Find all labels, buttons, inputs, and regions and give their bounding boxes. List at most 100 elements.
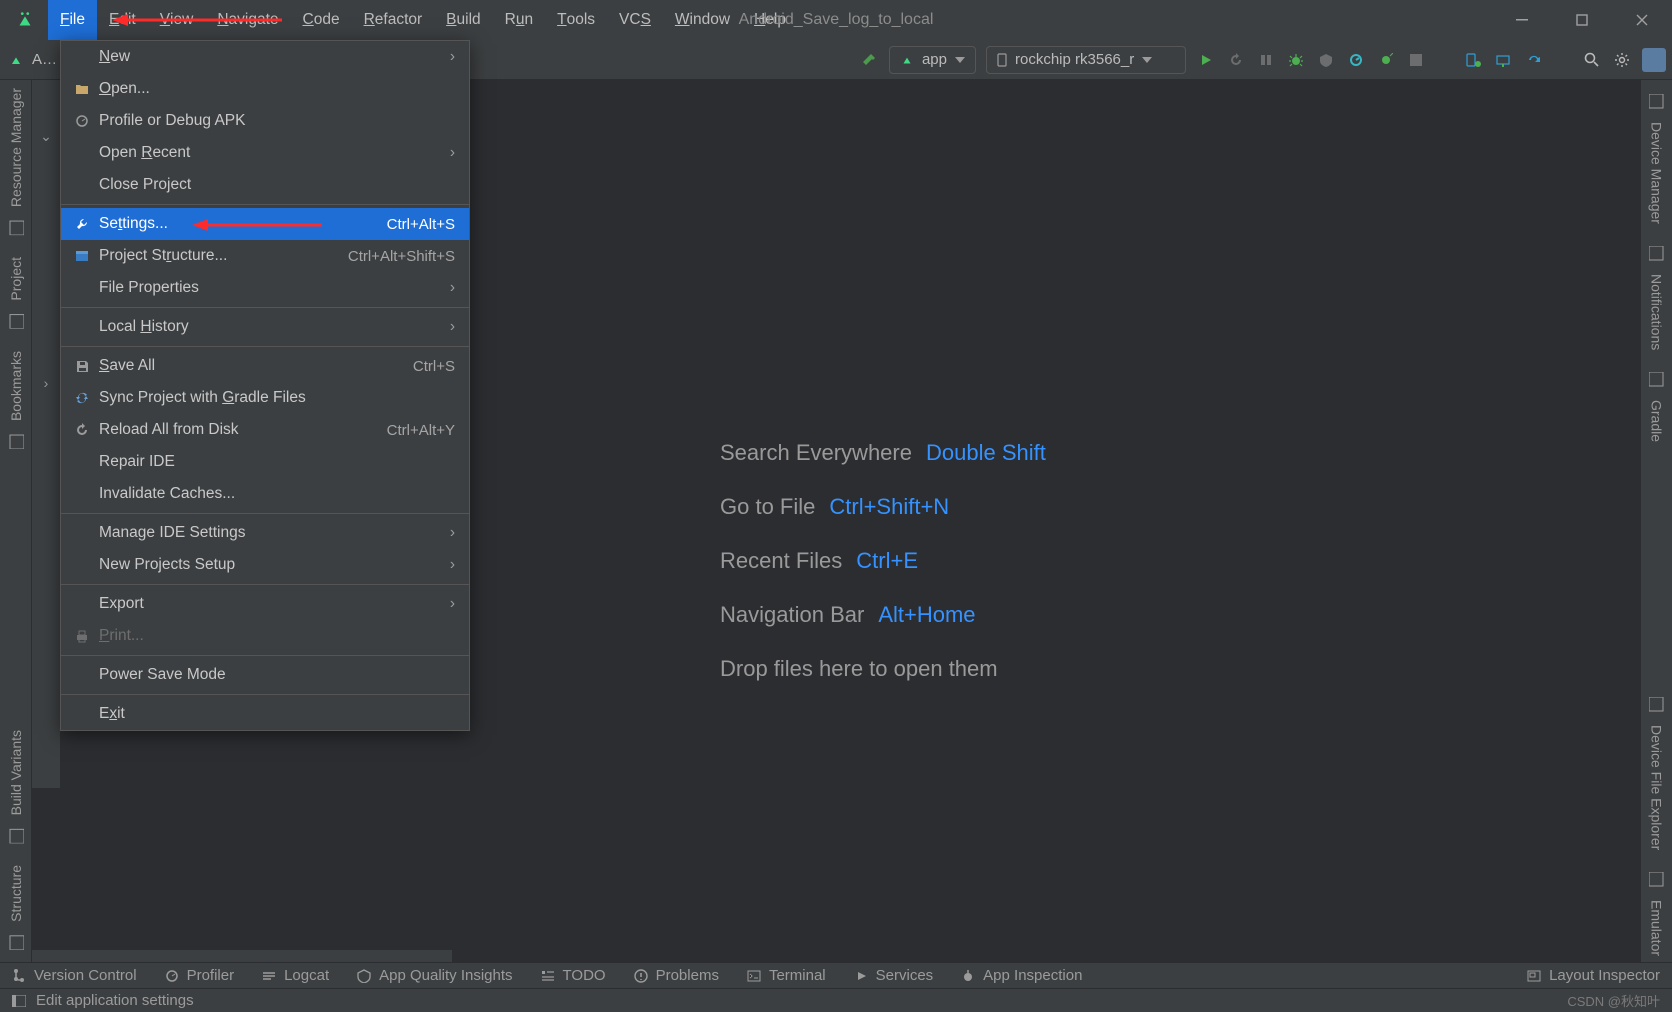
tool-device-file-explorer[interactable]: Device File Explorer: [1649, 683, 1665, 858]
menu-file[interactable]: File: [48, 0, 97, 40]
bottom-tool-profiler[interactable]: Profiler: [165, 967, 235, 984]
menu-vcs[interactable]: VCS: [607, 0, 663, 40]
menu-item-sync-project-with-gradle-files[interactable]: Sync Project with Gradle Files: [61, 382, 469, 414]
menu-build[interactable]: Build: [434, 0, 492, 40]
hammer-icon[interactable]: [859, 50, 879, 70]
menu-item-local-history[interactable]: Local History›: [61, 311, 469, 343]
tool-resource-manager[interactable]: Resource Manager: [8, 80, 24, 249]
menu-item-close-project[interactable]: Close Project: [61, 169, 469, 201]
menu-item-power-save-mode[interactable]: Power Save Mode: [61, 659, 469, 691]
bottom-tool-services[interactable]: Services: [854, 967, 934, 984]
window-controls: [1492, 0, 1672, 40]
shortcut-label: Ctrl+Alt+S: [387, 216, 455, 233]
chevron-down-icon: [1142, 57, 1152, 63]
run-config-label: app: [922, 51, 947, 68]
menu-item-label: Reload All from Disk: [99, 421, 239, 439]
settings-gear-icon[interactable]: [1612, 50, 1632, 70]
menu-item-repair-ide[interactable]: Repair IDE: [61, 446, 469, 478]
bottom-tool-terminal[interactable]: Terminal: [747, 967, 826, 984]
menu-run[interactable]: Run: [493, 0, 545, 40]
sdk-manager-icon[interactable]: [1494, 50, 1514, 70]
avatar-icon[interactable]: [1642, 48, 1666, 72]
menu-view[interactable]: View: [148, 0, 206, 40]
tool-emulator[interactable]: Emulator: [1649, 858, 1665, 964]
run-icon[interactable]: [1196, 50, 1216, 70]
minimize-button[interactable]: [1492, 0, 1552, 40]
menu-item-manage-ide-settings[interactable]: Manage IDE Settings›: [61, 517, 469, 549]
chevron-right-icon[interactable]: ›: [44, 375, 49, 391]
menu-item-project-structure[interactable]: Project Structure...Ctrl+Alt+Shift+S: [61, 240, 469, 272]
menu-item-label: New Projects Setup: [99, 556, 235, 574]
sync-gradle-icon[interactable]: [1524, 50, 1544, 70]
close-button[interactable]: [1612, 0, 1672, 40]
tool-label: App Quality Insights: [379, 967, 512, 984]
bottom-tool-version-control[interactable]: Version Control: [12, 967, 137, 984]
tool-device-manager[interactable]: Device Manager: [1649, 80, 1665, 232]
profiler-icon[interactable]: [1346, 50, 1366, 70]
empty-state-hints: Search EverywhereDouble ShiftGo to FileC…: [720, 440, 1046, 682]
menu-tools[interactable]: Tools: [545, 0, 607, 40]
menu-item-settings[interactable]: Settings... Ctrl+Alt+S: [61, 208, 469, 240]
search-icon[interactable]: [1582, 50, 1602, 70]
menu-item-label: Local History: [99, 318, 189, 336]
menu-navigate[interactable]: Navigate: [205, 0, 290, 40]
statusbar: Edit application settings CSDN @秋知叶: [0, 988, 1672, 1012]
bottom-tool-layout-inspector[interactable]: Layout Inspector: [1527, 967, 1660, 984]
menu-item-open[interactable]: Open...: [61, 73, 469, 105]
menu-item-print: Print...: [61, 620, 469, 652]
tool-notifications[interactable]: Notifications: [1649, 232, 1665, 358]
menu-item-save-all[interactable]: Save AllCtrl+S: [61, 350, 469, 382]
menu-item-new[interactable]: New›: [61, 41, 469, 73]
bottom-tool-app-quality-insights[interactable]: App Quality Insights: [357, 967, 512, 984]
tool-build-variants[interactable]: Build Variants: [8, 722, 24, 857]
hint-row: Navigation Bar Alt+Home: [720, 602, 1046, 628]
save-icon: [71, 360, 93, 373]
chevron-down-icon[interactable]: ⌄: [40, 128, 52, 145]
rerun-icon[interactable]: [1226, 50, 1246, 70]
menu-item-export[interactable]: Export›: [61, 588, 469, 620]
menu-item-reload-all-from-disk[interactable]: Reload All from DiskCtrl+Alt+Y: [61, 414, 469, 446]
attach-debugger-icon[interactable]: [1376, 50, 1396, 70]
breadcrumb[interactable]: A…: [32, 51, 57, 68]
tool-bookmarks[interactable]: Bookmarks: [8, 343, 24, 463]
hint-shortcut: Alt+Home: [878, 602, 975, 628]
hint-label: Navigation Bar: [720, 602, 864, 628]
menu-item-open-recent[interactable]: Open Recent›: [61, 137, 469, 169]
bottom-tool-logcat[interactable]: Logcat: [262, 967, 329, 984]
tool-structure[interactable]: Structure: [8, 857, 24, 964]
menu-separator: [61, 694, 469, 695]
menu-refactor[interactable]: Refactor: [352, 0, 435, 40]
menu-code[interactable]: Code: [291, 0, 352, 40]
shortcut-label: Ctrl+S: [413, 358, 455, 375]
run-config-selector[interactable]: app: [889, 46, 976, 74]
device-label: rockchip rk3566_r: [1015, 51, 1134, 68]
avd-manager-icon[interactable]: [1464, 50, 1484, 70]
hint-row: Go to FileCtrl+Shift+N: [720, 494, 1046, 520]
bottom-tool-app-inspection[interactable]: App Inspection: [961, 967, 1082, 984]
menu-item-invalidate-caches[interactable]: Invalidate Caches...: [61, 478, 469, 510]
menu-item-label: Settings...: [99, 215, 168, 233]
device-selector[interactable]: rockchip rk3566_r: [986, 46, 1186, 74]
bottom-tool-problems[interactable]: Problems: [634, 967, 719, 984]
menu-item-new-projects-setup[interactable]: New Projects Setup›: [61, 549, 469, 581]
tool-gradle[interactable]: Gradle: [1649, 358, 1665, 450]
tool-project[interactable]: Project: [8, 249, 24, 343]
toolwindow-toggle-icon[interactable]: [12, 995, 26, 1007]
hint-label: Search Everywhere: [720, 440, 912, 466]
menu-edit[interactable]: Edit: [97, 0, 148, 40]
menu-item-profile-or-debug-apk[interactable]: Profile or Debug APK: [61, 105, 469, 137]
shortcut-label: Ctrl+Alt+Shift+S: [348, 248, 455, 265]
menu-item-file-properties[interactable]: File Properties›: [61, 272, 469, 304]
menu-window[interactable]: Window: [663, 0, 742, 40]
maximize-button[interactable]: [1552, 0, 1612, 40]
debug-icon[interactable]: [1286, 50, 1306, 70]
stop-icon[interactable]: [1406, 50, 1426, 70]
menu-item-exit[interactable]: Exit: [61, 698, 469, 730]
coverage-icon[interactable]: [1316, 50, 1336, 70]
bottom-tool-todo[interactable]: TODO: [541, 967, 606, 984]
apply-changes-icon[interactable]: [1256, 50, 1276, 70]
chevron-down-icon: [955, 57, 965, 63]
hint-shortcut: Ctrl+E: [856, 548, 918, 574]
tool-label: Version Control: [34, 967, 137, 984]
menu-item-label: Invalidate Caches...: [99, 485, 235, 503]
